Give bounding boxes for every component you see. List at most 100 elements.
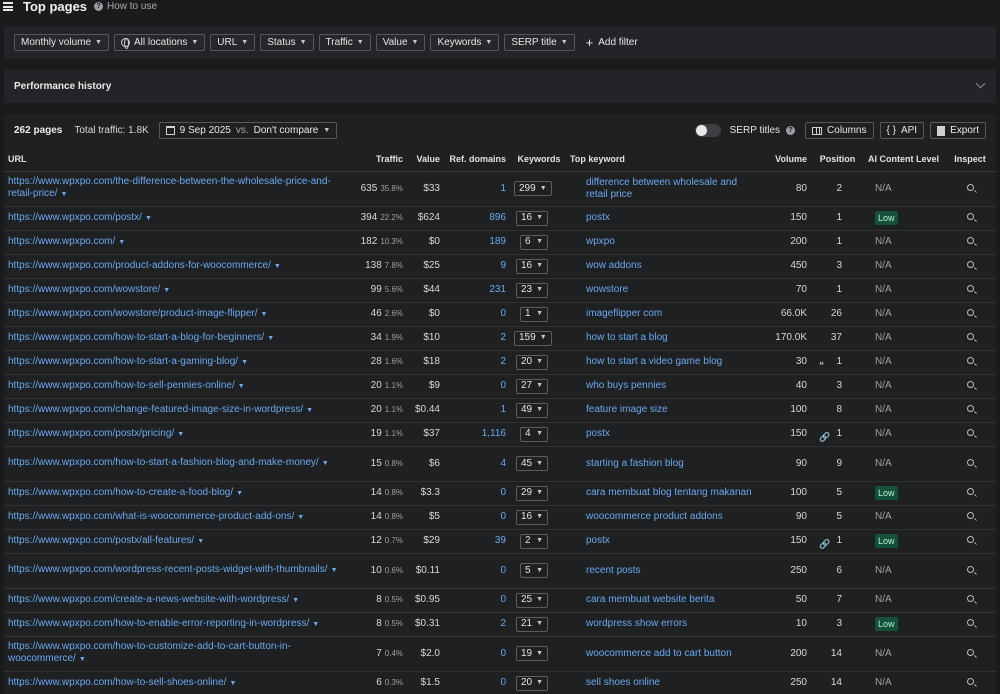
ref-domains-link[interactable]: 9 <box>444 254 510 279</box>
page-url-link[interactable]: https://www.wpxpo.com/how-to-start-a-gam… <box>8 356 238 367</box>
keywords-dropdown[interactable]: 6 ▼ <box>520 234 548 250</box>
chevron-down-icon[interactable]: ▼ <box>145 215 152 222</box>
page-url-link[interactable]: https://www.wpxpo.com/how-to-create-a-fo… <box>8 487 233 498</box>
page-url-link[interactable]: https://www.wpxpo.com/how-to-sell-pennie… <box>8 380 235 391</box>
column-header-url[interactable]: URL <box>4 148 342 172</box>
top-keyword-link[interactable]: how to start a blog <box>568 326 763 351</box>
column-header-inspect[interactable]: Inspect <box>944 148 996 172</box>
top-keyword-link[interactable]: recent posts <box>568 553 763 589</box>
top-keyword-link[interactable]: who buys pennies <box>568 374 763 399</box>
menu-icon[interactable] <box>3 2 13 11</box>
top-keyword-link[interactable]: starting a fashion blog <box>568 446 763 482</box>
column-header-top-keyword[interactable]: Top keyword <box>568 148 763 172</box>
search-icon[interactable] <box>966 381 974 388</box>
page-url-link[interactable]: https://www.wpxpo.com/product-addons-for… <box>8 260 271 271</box>
performance-history-section[interactable]: Performance history <box>4 70 996 103</box>
ref-domains-link[interactable]: 0 <box>444 588 510 613</box>
ref-domains-link[interactable]: 0 <box>444 481 510 506</box>
keywords-dropdown[interactable]: 16 ▼ <box>515 258 548 274</box>
chevron-down-icon[interactable]: ▼ <box>261 311 268 318</box>
chevron-down-icon[interactable]: ▼ <box>297 514 304 521</box>
filter-status-button[interactable]: Status ▼ <box>260 34 314 51</box>
page-url-link[interactable]: https://www.wpxpo.com/the-difference-bet… <box>8 176 331 199</box>
help-icon[interactable]: ? <box>786 126 796 135</box>
top-keyword-link[interactable]: cara membuat website berita <box>568 588 763 613</box>
ref-domains-link[interactable]: 2 <box>444 326 510 351</box>
chevron-down-icon[interactable]: ▼ <box>229 680 236 687</box>
page-url-link[interactable]: https://www.wpxpo.com/how-to-start-a-fas… <box>8 457 319 468</box>
chevron-down-icon[interactable]: ▼ <box>60 191 67 198</box>
column-header-value[interactable]: Value <box>407 148 444 172</box>
search-icon[interactable] <box>966 678 974 685</box>
keywords-dropdown[interactable]: 299 ▼ <box>514 181 552 196</box>
keywords-dropdown[interactable]: 2 ▼ <box>520 533 548 549</box>
keywords-dropdown[interactable]: 159 ▼ <box>514 330 552 346</box>
chevron-down-icon[interactable]: ▼ <box>267 335 274 342</box>
top-keyword-link[interactable]: difference between wholesale and retail … <box>568 171 763 207</box>
search-icon[interactable] <box>966 536 974 543</box>
chevron-down-icon[interactable]: ▼ <box>241 359 248 366</box>
search-icon[interactable] <box>966 595 974 602</box>
search-icon[interactable] <box>966 357 974 364</box>
chevron-down-icon[interactable]: ▼ <box>322 460 329 467</box>
how-to-use-link[interactable]: ? How to use <box>94 1 157 12</box>
search-icon[interactable] <box>966 512 974 519</box>
chevron-down-icon[interactable]: ▼ <box>177 431 184 438</box>
search-icon[interactable] <box>966 309 974 316</box>
ref-domains-link[interactable]: 1,116 <box>444 422 510 447</box>
top-keyword-link[interactable]: postx <box>568 206 763 231</box>
page-url-link[interactable]: https://www.wpxpo.com/ <box>8 236 115 247</box>
search-icon[interactable] <box>966 619 974 626</box>
page-url-link[interactable]: https://www.wpxpo.com/how-to-enable-erro… <box>8 618 309 629</box>
add-filter-button[interactable]: + Add filter <box>586 36 638 49</box>
page-url-link[interactable]: https://www.wpxpo.com/postx/pricing/ <box>8 428 174 439</box>
ref-domains-link[interactable]: 2 <box>444 350 510 375</box>
keywords-dropdown[interactable]: 4 ▼ <box>520 426 548 442</box>
chevron-down-icon[interactable]: ▼ <box>306 407 313 414</box>
ref-domains-link[interactable]: 0 <box>444 374 510 399</box>
date-compare-button[interactable]: 9 Sep 2025 vs. Don't compare ▼ <box>158 122 338 139</box>
keywords-dropdown[interactable]: 5 ▼ <box>520 563 548 578</box>
chevron-down-icon[interactable]: ▼ <box>331 567 338 574</box>
chevron-down-icon[interactable] <box>975 78 986 89</box>
top-keyword-link[interactable]: cara membuat blog tentang makanan <box>568 481 763 506</box>
keywords-dropdown[interactable]: 49 ▼ <box>515 402 548 418</box>
keywords-dropdown[interactable]: 25 ▼ <box>515 592 548 608</box>
search-icon[interactable] <box>966 261 974 268</box>
serp-titles-toggle[interactable] <box>694 124 721 137</box>
column-header-ai-content-level[interactable]: AI Content Level <box>864 148 944 172</box>
ref-domains-link[interactable]: 0 <box>444 505 510 530</box>
top-keyword-link[interactable]: how to start a video game blog <box>568 350 763 375</box>
keywords-dropdown[interactable]: 1 ▼ <box>520 306 548 322</box>
top-keyword-link[interactable]: sell shoes online <box>568 671 763 694</box>
keywords-dropdown[interactable]: 29 ▼ <box>515 485 548 501</box>
top-keyword-link[interactable]: wordpress show errors <box>568 612 763 637</box>
keywords-dropdown[interactable]: 20 ▼ <box>515 354 548 370</box>
ref-domains-link[interactable]: 39 <box>444 529 510 554</box>
ref-domains-link[interactable]: 0 <box>444 302 510 327</box>
search-icon[interactable] <box>966 648 974 656</box>
search-icon[interactable] <box>966 429 974 436</box>
ref-domains-link[interactable]: 0 <box>444 553 510 589</box>
ref-domains-link[interactable]: 0 <box>444 636 510 672</box>
search-icon[interactable] <box>966 237 974 244</box>
top-keyword-link[interactable]: postx <box>568 422 763 447</box>
keywords-dropdown[interactable]: 27 ▼ <box>515 378 548 394</box>
top-keyword-link[interactable]: postx <box>568 529 763 554</box>
chevron-down-icon[interactable]: ▼ <box>163 287 170 294</box>
column-header-position[interactable]: Position <box>811 148 864 172</box>
chevron-down-icon[interactable]: ▼ <box>238 383 245 390</box>
chevron-down-icon[interactable]: ▼ <box>274 263 281 270</box>
ref-domains-link[interactable]: 1 <box>444 171 510 207</box>
top-keyword-link[interactable]: woocommerce product addons <box>568 505 763 530</box>
top-keyword-link[interactable]: imageflipper com <box>568 302 763 327</box>
search-icon[interactable] <box>966 285 974 292</box>
page-url-link[interactable]: https://www.wpxpo.com/wowstore/ <box>8 284 160 295</box>
keywords-dropdown[interactable]: 19 ▼ <box>515 646 548 661</box>
column-header-volume[interactable]: Volume <box>763 148 811 172</box>
keywords-dropdown[interactable]: 16 ▼ <box>515 509 548 525</box>
columns-button[interactable]: Columns <box>805 122 874 139</box>
page-url-link[interactable]: https://www.wpxpo.com/how-to-start-a-blo… <box>8 332 264 343</box>
page-url-link[interactable]: https://www.wpxpo.com/postx/ <box>8 212 142 223</box>
search-icon[interactable] <box>966 565 974 573</box>
